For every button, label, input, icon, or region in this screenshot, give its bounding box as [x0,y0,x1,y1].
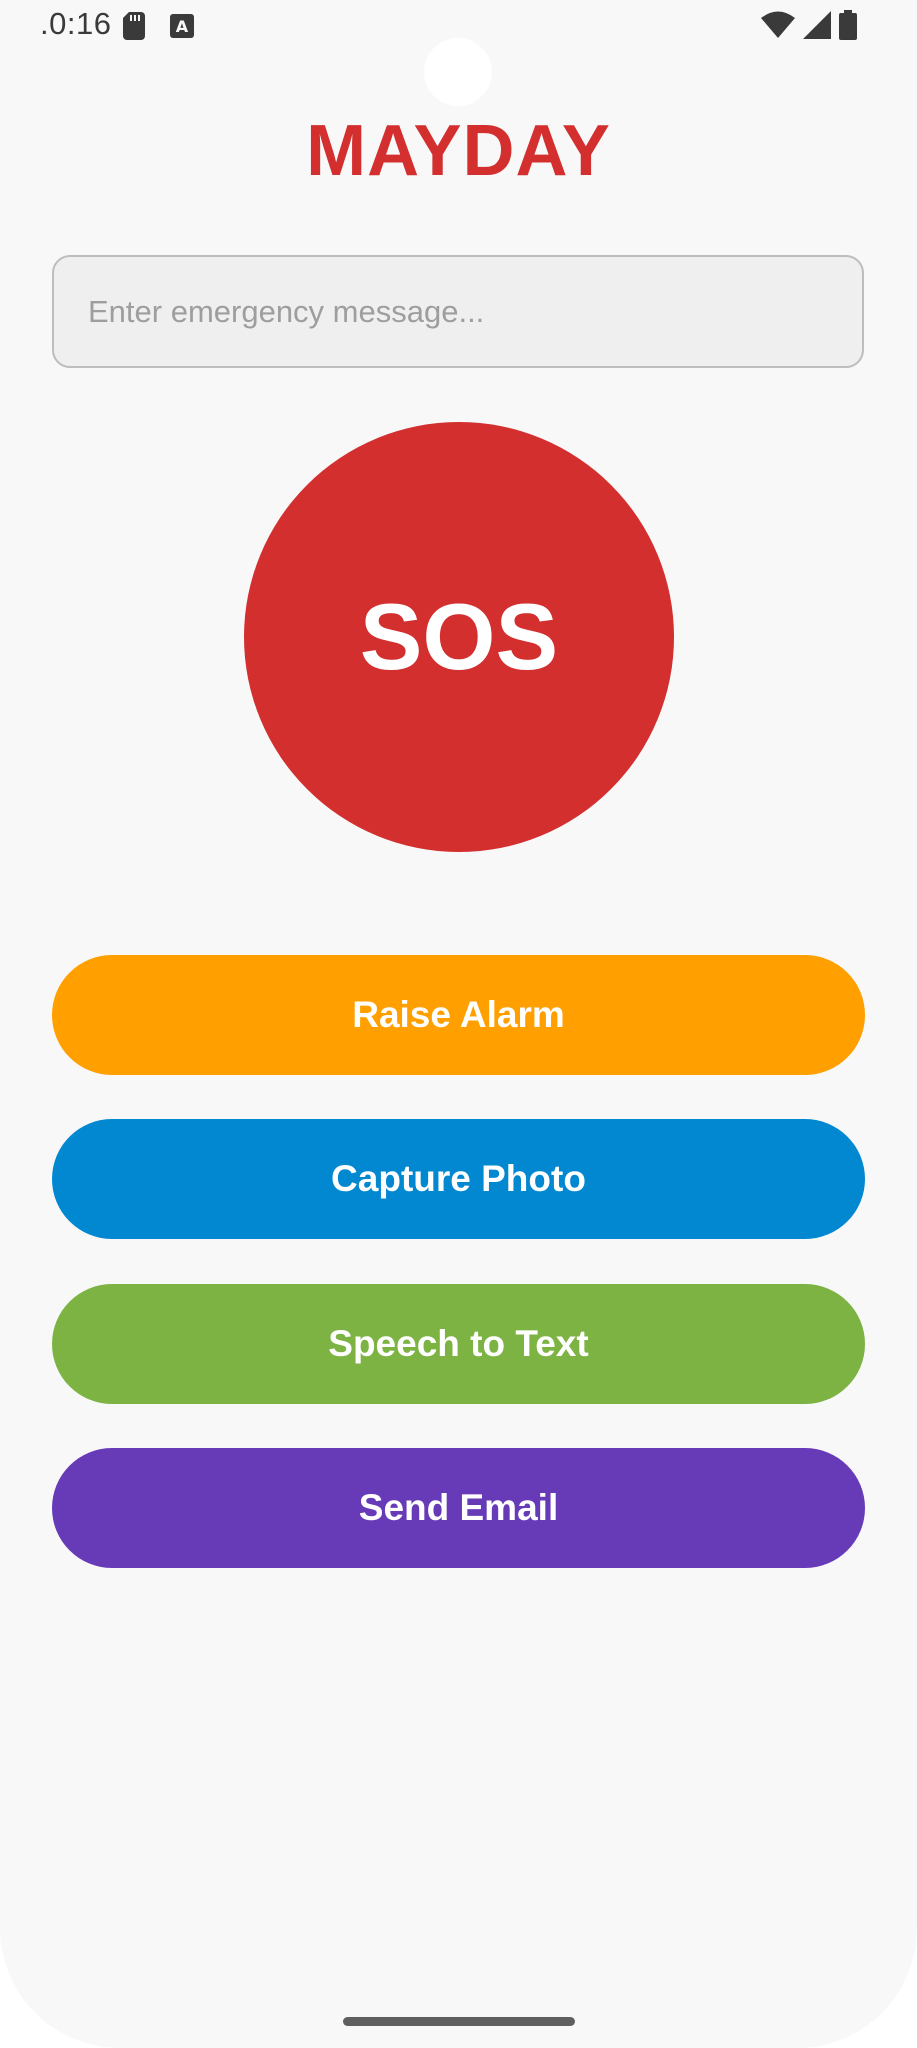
a-notification-icon: A [170,14,194,38]
status-icons [761,10,857,40]
wifi-icon [761,11,795,38]
camera-cutout [424,38,492,106]
app-title: MAYDAY [306,111,611,191]
sos-button[interactable]: SOS [244,422,674,852]
battery-icon [839,10,857,40]
send-email-button[interactable]: Send Email [52,1448,865,1568]
status-time: .0:16 [40,6,112,41]
signal-icon [803,11,831,39]
raise-alarm-button[interactable]: Raise Alarm [52,955,865,1075]
capture-photo-button[interactable]: Capture Photo [52,1119,865,1239]
sd-card-icon [123,12,145,40]
speech-to-text-button[interactable]: Speech to Text [52,1284,865,1404]
emergency-message-input[interactable] [52,255,864,368]
svg-text:A: A [176,17,189,36]
home-indicator[interactable] [343,2017,575,2026]
phone-screen: .0:16 A MAYDAY SOS Raise Ala [0,0,917,2048]
